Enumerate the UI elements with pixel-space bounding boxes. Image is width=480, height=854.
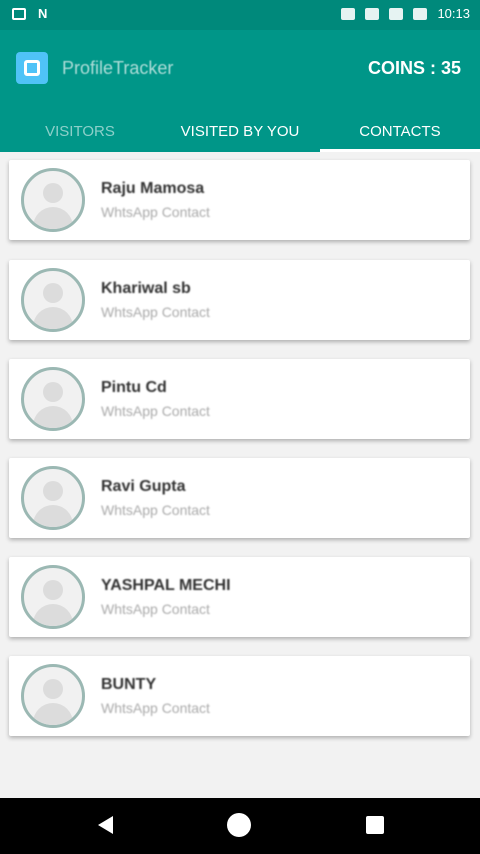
contact-card[interactable]: BUNTY WhtsApp Contact	[9, 656, 470, 736]
avatar-placeholder-icon	[21, 466, 85, 530]
status-right-icons: 10:13	[341, 6, 470, 21]
contact-card[interactable]: Khariwal sb WhtsApp Contact	[9, 260, 470, 340]
coins-counter: COINS : 35	[367, 58, 461, 78]
contact-card[interactable]: YASHPAL MECHI WhtsApp Contact	[9, 557, 470, 637]
home-icon[interactable]	[227, 813, 251, 837]
battery-icon	[413, 7, 428, 20]
avatar-placeholder-icon	[21, 268, 85, 332]
app-bar: ProfileTracker COINS : 35 VISITORS VISIT…	[0, 30, 480, 152]
contact-subtitle: WhtsApp Contact	[101, 204, 210, 220]
avatar-placeholder-icon	[21, 565, 85, 629]
app-logo-icon	[16, 52, 48, 84]
app-title: ProfileTracker	[62, 58, 174, 78]
tab-visited-by-you[interactable]: VISITED BY YOU	[160, 110, 320, 152]
contact-card[interactable]: Pintu Cd WhtsApp Contact	[9, 359, 470, 439]
alarm-icon	[365, 7, 380, 20]
contact-subtitle: WhtsApp Contact	[101, 304, 210, 320]
contact-card[interactable]: Raju Mamosa WhtsApp Contact	[9, 160, 470, 240]
contact-subtitle: WhtsApp Contact	[101, 403, 210, 419]
cast-icon	[341, 7, 356, 20]
contact-name: YASHPAL MECHI	[101, 577, 231, 594]
recents-icon[interactable]	[366, 816, 384, 834]
tab-visitors[interactable]: VISITORS	[0, 110, 160, 152]
contact-name: BUNTY	[101, 676, 157, 693]
status-bar: N 10:13	[0, 0, 480, 30]
gallery-notification-icon	[12, 7, 26, 20]
contact-subtitle: WhtsApp Contact	[101, 601, 210, 617]
contact-name: Khariwal sb	[101, 280, 191, 297]
tab-contacts[interactable]: CONTACTS	[320, 110, 480, 152]
n-notification-icon: N	[38, 6, 48, 21]
signal-icon	[389, 7, 404, 20]
contact-name: Pintu Cd	[101, 379, 167, 396]
system-nav-bar	[0, 798, 480, 854]
avatar-placeholder-icon	[21, 168, 85, 232]
avatar-placeholder-icon	[21, 367, 85, 431]
status-left-icons: N	[12, 6, 47, 21]
contact-name: Raju Mamosa	[101, 180, 205, 197]
contact-subtitle: WhtsApp Contact	[101, 502, 210, 518]
contact-subtitle: WhtsApp Contact	[101, 700, 210, 716]
back-icon[interactable]	[98, 816, 113, 834]
contact-name: Ravi Gupta	[101, 478, 186, 495]
status-time: 10:13	[437, 6, 470, 21]
avatar-placeholder-icon	[21, 664, 85, 728]
contact-card[interactable]: Ravi Gupta WhtsApp Contact	[9, 458, 470, 538]
tab-bar: VISITORS VISITED BY YOU CONTACTS	[0, 110, 480, 152]
